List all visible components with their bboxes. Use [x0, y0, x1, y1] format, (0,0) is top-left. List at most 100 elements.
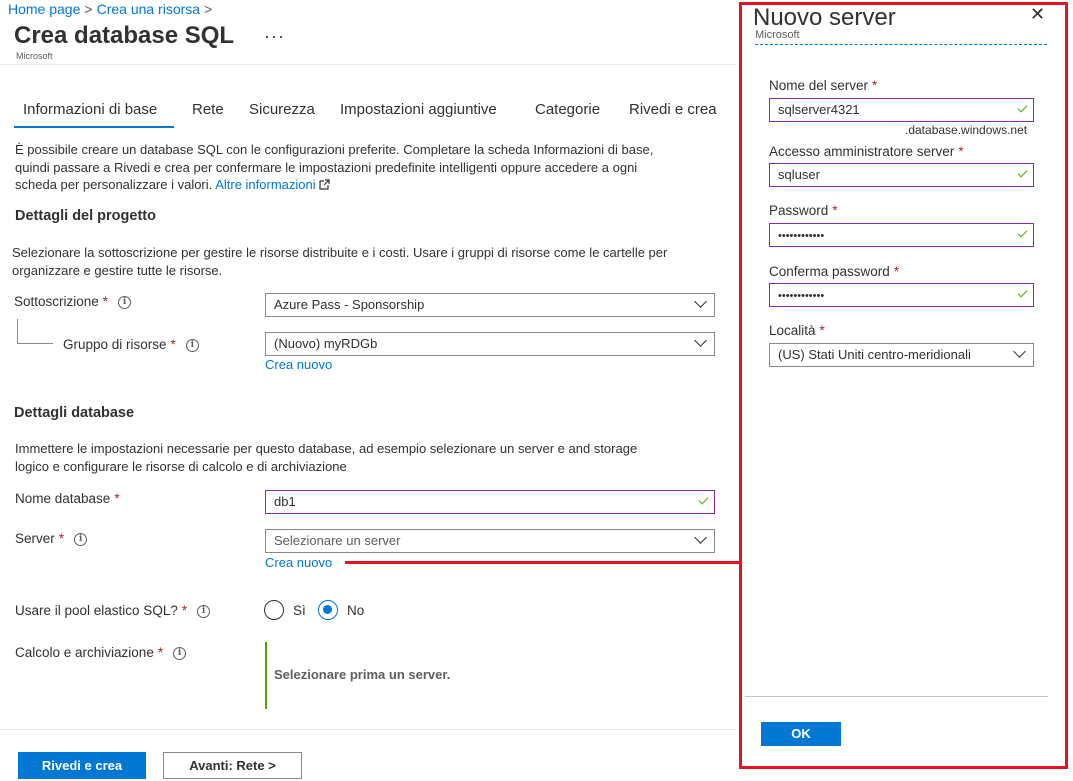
panel-footer-divider — [745, 696, 1048, 697]
subscription-label: Sottoscrizione * i — [14, 294, 132, 309]
info-icon[interactable]: i — [185, 338, 199, 352]
required-asterisk: * — [170, 337, 176, 352]
server-name-value: sqlserver4321 — [778, 102, 860, 117]
required-asterisk: * — [181, 603, 188, 618]
panel-subtitle: Microsoft — [755, 29, 800, 41]
tab-additional-settings[interactable]: Impostazioni aggiuntive — [340, 101, 497, 118]
compute-storage-label-text: Calcolo e archiviazione — [15, 645, 154, 660]
project-details-description: Selezionare la sottoscrizione per gestir… — [12, 244, 667, 279]
confirm-password-input[interactable]: •••••••••••• — [769, 283, 1034, 307]
required-asterisk: * — [157, 645, 164, 660]
database-details-heading: Dettagli database — [14, 405, 135, 421]
description-line: Selezionare la sottoscrizione per gestir… — [12, 245, 668, 260]
required-asterisk: * — [893, 264, 900, 279]
checkmark-icon — [698, 494, 709, 505]
resource-group-label: Gruppo di risorse * i — [63, 337, 199, 352]
active-tab-indicator — [14, 126, 174, 128]
required-asterisk: * — [872, 78, 878, 93]
database-name-input[interactable]: db1 — [265, 490, 715, 514]
required-asterisk: * — [958, 144, 964, 159]
highlight-connector — [345, 561, 739, 564]
tree-connector — [17, 319, 18, 343]
title-divider — [0, 64, 737, 65]
panel-title: Nuovo server — [753, 4, 896, 31]
more-options-icon[interactable]: ··· — [264, 26, 285, 47]
server-dropdown[interactable]: Selezionare un server — [265, 529, 715, 553]
learn-more-link[interactable]: Altre informazioni — [215, 177, 315, 192]
tab-security[interactable]: Sicurezza — [249, 101, 315, 118]
elastic-pool-label-text: Usare il pool elastico SQL? — [15, 603, 178, 618]
password-input[interactable]: •••••••••••• — [769, 223, 1034, 247]
tab-networking[interactable]: Rete — [192, 101, 224, 118]
elastic-pool-yes-radio[interactable] — [264, 600, 284, 620]
server-label: Server * i — [15, 531, 88, 546]
close-icon[interactable]: ✕ — [1030, 4, 1045, 25]
ok-button[interactable]: OK — [761, 722, 841, 746]
intro-line: quindi passare a Rivedi e crea per confe… — [15, 159, 638, 175]
breadcrumb-separator: > — [204, 1, 213, 17]
compute-status-bar — [265, 642, 267, 709]
required-asterisk: * — [832, 203, 838, 218]
confirm-password-label: Conferma password * — [769, 264, 899, 279]
checkmark-icon — [1017, 167, 1028, 178]
info-icon[interactable]: i — [173, 646, 187, 660]
server-name-label: Nome del server * — [769, 78, 877, 93]
admin-login-value: sqluser — [778, 167, 820, 182]
resource-group-dropdown[interactable]: (Nuovo) myRDGb — [265, 332, 715, 356]
confirm-password-label-text: Conferma password — [769, 264, 890, 279]
location-value: (US) Stati Uniti centro-meridionali — [778, 347, 971, 362]
database-name-value: db1 — [274, 494, 296, 509]
next-networking-button[interactable]: Avanti: Rete > — [163, 752, 302, 779]
intro-text: È possibile creare un database SQL con l… — [15, 141, 653, 194]
required-asterisk: * — [819, 323, 825, 338]
compute-status-message: Selezionare prima un server. — [274, 667, 451, 682]
external-link-icon[interactable] — [319, 179, 330, 190]
resource-group-value: (Nuovo) myRDGb — [274, 336, 378, 351]
create-server-link[interactable]: Crea nuovo — [265, 555, 332, 570]
breadcrumb-separator: > — [84, 1, 93, 17]
compute-storage-label: Calcolo e archiviazione * i — [15, 645, 187, 660]
page-subtitle: Microsoft — [16, 51, 53, 61]
database-name-label-text: Nome database — [15, 491, 111, 506]
intro-line-text: scheda per personalizzare i valori. — [15, 177, 213, 192]
breadcrumb: Home page > Crea una risorsa > — [8, 1, 216, 17]
elastic-pool-yes-label: Sì — [293, 603, 306, 618]
tab-review-create[interactable]: Rivedi e crea — [629, 101, 717, 118]
database-name-label: Nome database * — [15, 491, 120, 506]
intro-line: È possibile creare un database SQL con l… — [15, 142, 654, 157]
required-asterisk: * — [58, 531, 65, 546]
intro-line: scheda per personalizzare i valori. Altr… — [15, 176, 653, 194]
breadcrumb-create-resource[interactable]: Crea una risorsa — [97, 1, 201, 17]
resource-group-label-text: Gruppo di risorse — [63, 337, 167, 352]
elastic-pool-no-radio[interactable] — [318, 600, 338, 620]
database-details-description: Immettere le impostazioni necessarie per… — [15, 440, 637, 475]
admin-login-label-text: Accesso amministratore server — [769, 144, 955, 159]
password-label: Password * — [769, 203, 838, 218]
server-name-label-text: Nome del server — [769, 78, 869, 93]
subscription-dropdown[interactable]: Azure Pass - Sponsorship — [265, 293, 715, 317]
elastic-pool-no-label: No — [347, 603, 365, 618]
server-domain-suffix: .database.windows.net — [905, 123, 1028, 137]
project-details-heading: Dettagli del progetto — [15, 208, 156, 224]
chevron-down-icon — [694, 334, 707, 347]
info-icon[interactable]: i — [197, 604, 211, 618]
server-name-input[interactable]: sqlserver4321 — [769, 98, 1034, 122]
elastic-pool-label: Usare il pool elastico SQL? * i — [15, 603, 211, 618]
breadcrumb-home[interactable]: Home page — [8, 1, 80, 17]
subscription-label-text: Sottoscrizione — [14, 294, 99, 309]
location-dropdown[interactable]: (US) Stati Uniti centro-meridionali — [769, 343, 1034, 367]
info-icon[interactable]: i — [118, 295, 132, 309]
admin-login-input[interactable]: sqluser — [769, 163, 1034, 187]
create-resource-group-link[interactable]: Crea nuovo — [265, 357, 332, 372]
tab-basics[interactable]: Informazioni di base — [23, 101, 157, 118]
location-label-text: Località — [769, 323, 816, 338]
chevron-down-icon — [1013, 345, 1026, 358]
info-icon[interactable]: i — [74, 532, 88, 546]
server-placeholder: Selezionare un server — [274, 533, 401, 548]
footer-divider — [0, 729, 737, 730]
admin-login-label: Accesso amministratore server * — [769, 144, 964, 159]
tab-tags[interactable]: Categorie — [535, 101, 600, 118]
page-title: Crea database SQL — [14, 22, 235, 49]
review-create-button[interactable]: Rivedi e crea — [18, 752, 146, 779]
checkmark-icon — [1017, 227, 1028, 238]
